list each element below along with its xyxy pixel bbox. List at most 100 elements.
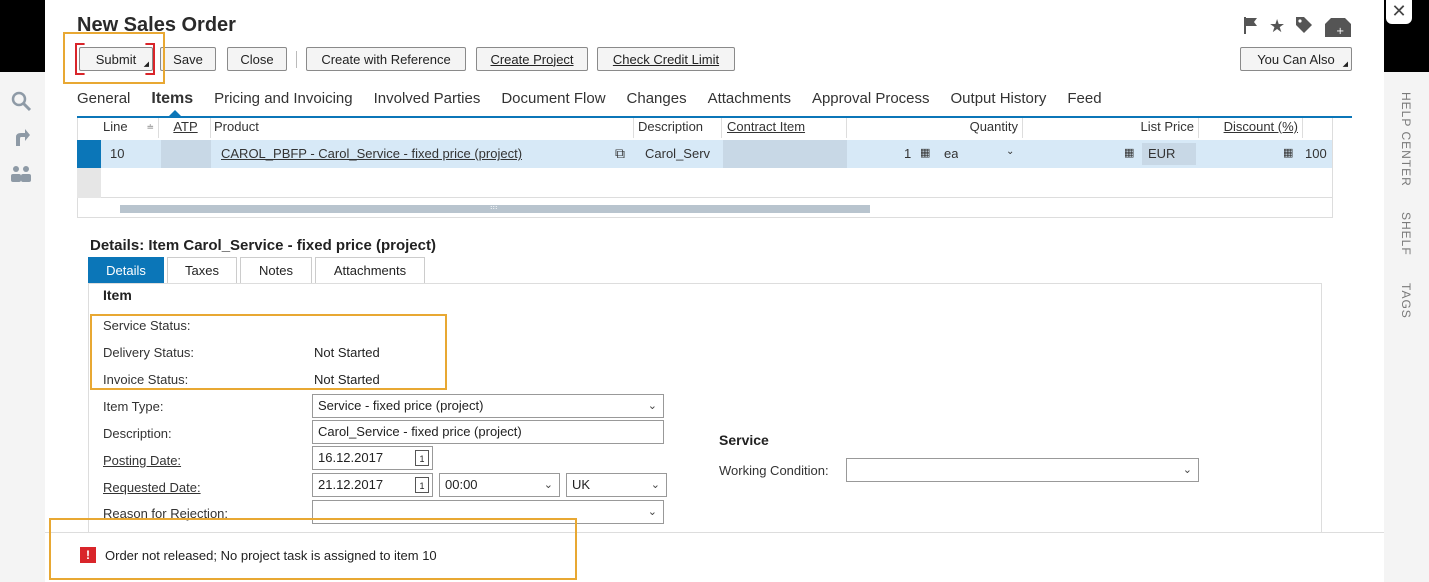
- col-line[interactable]: Line ≐: [103, 118, 159, 138]
- main-tabs: General Items Pricing and Invoicing Invo…: [77, 90, 1123, 116]
- shelf-tab[interactable]: SHELF: [1399, 212, 1413, 256]
- horizontal-scrollbar[interactable]: ⁞⁞⁞: [120, 201, 870, 213]
- tab-output-history[interactable]: Output History: [951, 90, 1047, 116]
- row-atp: [161, 140, 211, 168]
- tags-tab[interactable]: TAGS: [1399, 283, 1413, 319]
- subtab-attachments[interactable]: Attachments: [315, 257, 425, 283]
- description-value: Carol_Service - fixed price (project): [318, 424, 522, 439]
- requested-time-select[interactable]: 00:00 ⌄: [439, 473, 560, 497]
- row-selector[interactable]: [77, 140, 101, 168]
- tab-document-flow[interactable]: Document Flow: [501, 90, 605, 116]
- chevron-down-icon: ⌄: [1182, 464, 1192, 476]
- tab-general[interactable]: General: [77, 90, 130, 116]
- header-icons: ★ +: [1243, 16, 1353, 43]
- working-condition-select[interactable]: ⌄: [846, 458, 1199, 482]
- tab-involved-parties[interactable]: Involved Parties: [374, 90, 481, 116]
- col-list-price[interactable]: List Price: [1027, 118, 1199, 138]
- tab-feed[interactable]: Feed: [1067, 90, 1101, 116]
- close-window-icon[interactable]: ✕: [1386, 0, 1412, 24]
- toolbar-separator: [296, 51, 297, 68]
- chevron-down-icon: ⌄: [647, 506, 657, 518]
- status-highlight: [90, 314, 447, 390]
- calculator-icon[interactable]: ▦: [1124, 146, 1134, 159]
- timezone-select[interactable]: UK ⌄: [566, 473, 667, 497]
- check-credit-limit-button[interactable]: Check Credit Limit: [597, 47, 735, 71]
- scroll-grip-icon: ⁞⁞⁞: [490, 201, 498, 211]
- col-contract-item[interactable]: Contract Item: [727, 118, 847, 138]
- you-can-also-button[interactable]: You Can Also ◢: [1240, 47, 1352, 71]
- col-description[interactable]: Description: [638, 118, 722, 138]
- requested-date-label: Requested Date:: [103, 480, 201, 495]
- row-quantity[interactable]: 1: [904, 146, 911, 161]
- description-label: Description:: [103, 426, 172, 441]
- item-type-label: Item Type:: [103, 399, 164, 414]
- create-with-reference-button[interactable]: Create with Reference: [306, 47, 466, 71]
- row-contract-item: [723, 140, 847, 168]
- chevron-down-icon: ⌄: [543, 479, 553, 491]
- help-center-tab[interactable]: HELP CENTER: [1399, 92, 1413, 187]
- calculator-icon[interactable]: ▦: [920, 146, 930, 159]
- subtab-taxes[interactable]: Taxes: [167, 257, 237, 283]
- subtab-notes[interactable]: Notes: [240, 257, 312, 283]
- row-selector-empty[interactable]: [77, 168, 101, 198]
- calendar-icon[interactable]: 1: [415, 450, 429, 466]
- save-button[interactable]: Save: [160, 47, 216, 71]
- tab-pricing-invoicing[interactable]: Pricing and Invoicing: [214, 90, 352, 116]
- close-button[interactable]: Close: [227, 47, 287, 71]
- item-section-title: Item: [103, 287, 132, 303]
- tab-attachments[interactable]: Attachments: [708, 90, 791, 116]
- search-icon[interactable]: [10, 90, 32, 118]
- row-currency[interactable]: EUR: [1142, 143, 1196, 165]
- tab-approval-process[interactable]: Approval Process: [812, 90, 930, 116]
- row-unit[interactable]: ea: [944, 146, 958, 161]
- table-row[interactable]: 10 CAROL_PBFP - Carol_Service - fixed pr…: [77, 140, 1332, 168]
- close-label: Close: [240, 51, 274, 67]
- message-highlight: [49, 518, 577, 580]
- col-quantity[interactable]: Quantity: [851, 118, 1023, 138]
- posting-date-label: Posting Date:: [103, 453, 182, 468]
- chevron-down-icon[interactable]: ⌄: [1006, 146, 1014, 157]
- subtab-details[interactable]: Details: [88, 257, 164, 283]
- new-window-icon[interactable]: +: [1323, 16, 1353, 43]
- create-project-button[interactable]: Create Project: [476, 47, 588, 71]
- requested-time-value: 00:00: [445, 477, 478, 492]
- item-type-value: Service - fixed price (project): [318, 398, 484, 413]
- row-discount[interactable]: 100: [1305, 146, 1332, 161]
- star-icon[interactable]: ★: [1269, 16, 1285, 43]
- table-row-empty[interactable]: [77, 168, 1332, 198]
- col-product[interactable]: Product: [214, 118, 634, 138]
- you-can-also-label: You Can Also: [1257, 51, 1335, 67]
- check-credit-limit-label: Check Credit Limit: [612, 51, 720, 67]
- description-input[interactable]: Carol_Service - fixed price (project): [312, 420, 664, 444]
- service-section-title: Service: [719, 432, 769, 448]
- flag-icon[interactable]: [1243, 16, 1259, 43]
- detail-subtabs: Details Taxes Notes Attachments: [88, 257, 428, 283]
- col-atp[interactable]: ATP: [161, 118, 211, 138]
- row-line: 10: [110, 146, 125, 161]
- working-condition-label: Working Condition:: [719, 463, 829, 478]
- requested-date-value: 21.12.2017: [318, 477, 384, 492]
- row-product-link[interactable]: CAROL_PBFP - Carol_Service - fixed price…: [221, 146, 522, 161]
- create-project-label: Create Project: [490, 51, 574, 67]
- item-type-select[interactable]: Service - fixed price (project) ⌄: [312, 394, 664, 418]
- details-title: Details: Item Carol_Service - fixed pric…: [90, 237, 436, 254]
- posting-date-value: 16.12.2017: [318, 450, 384, 465]
- requested-date-input[interactable]: 21.12.2017 1: [312, 473, 433, 497]
- create-with-reference-label: Create with Reference: [321, 51, 451, 67]
- svg-text:+: +: [1336, 26, 1344, 37]
- posting-date-input[interactable]: 16.12.2017 1: [312, 446, 433, 470]
- calendar-icon[interactable]: 1: [415, 477, 429, 493]
- col-discount[interactable]: Discount (%): [1203, 118, 1303, 138]
- row-description: Carol_Serv: [645, 146, 711, 161]
- left-rail: [0, 72, 45, 582]
- timezone-value: UK: [572, 477, 591, 492]
- share-icon[interactable]: [13, 127, 31, 153]
- calculator-icon[interactable]: ▦: [1283, 146, 1293, 159]
- people-icon[interactable]: [10, 164, 34, 188]
- dropdown-corner-icon: ◢: [1342, 61, 1348, 68]
- copy-icon[interactable]: ⧉: [615, 145, 625, 162]
- tab-changes[interactable]: Changes: [627, 90, 687, 116]
- col-line-label: Line: [103, 119, 128, 134]
- tag-icon[interactable]: [1295, 16, 1313, 43]
- sort-icon: ≐: [146, 122, 154, 132]
